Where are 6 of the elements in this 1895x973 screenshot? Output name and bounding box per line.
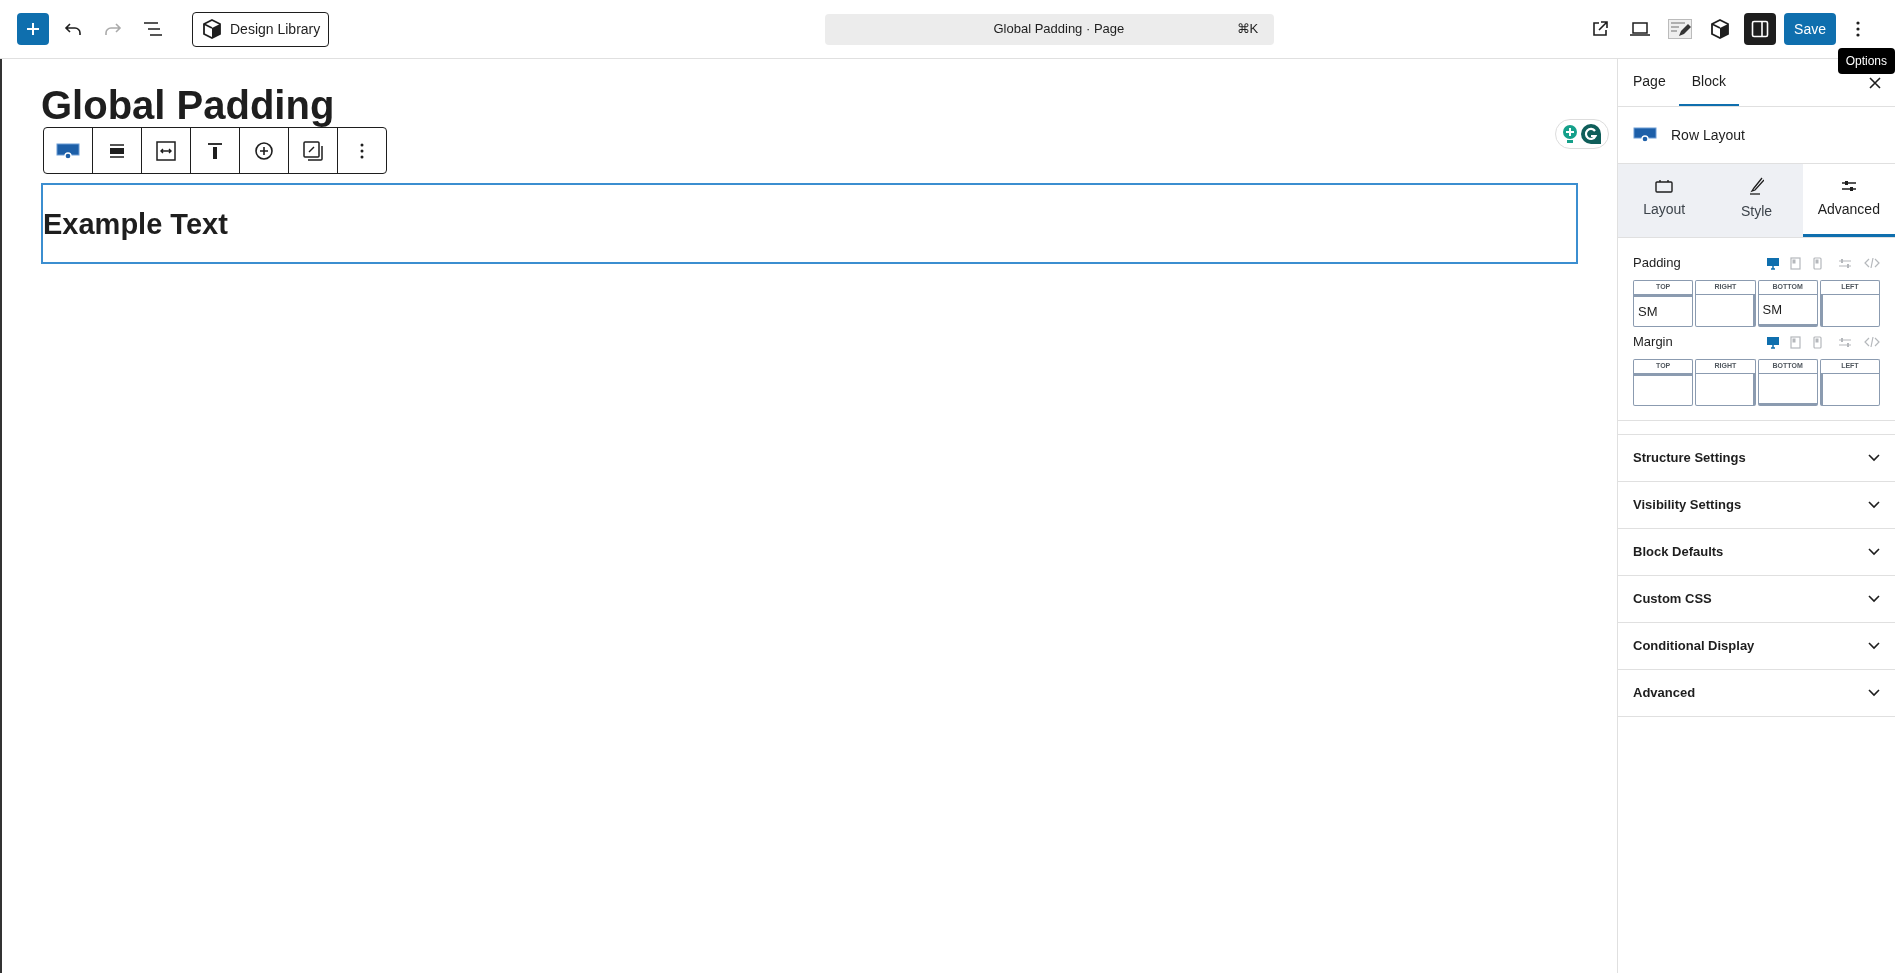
heading: Example Text (43, 206, 228, 242)
tooltip: Options (1837, 48, 1895, 74)
spacing-label: Padding (1633, 254, 1682, 273)
block-name: Row Layout (1671, 125, 1745, 145)
page-title: Global Padding (41, 85, 335, 125)
spacing-label: Margin (1633, 333, 1674, 352)
